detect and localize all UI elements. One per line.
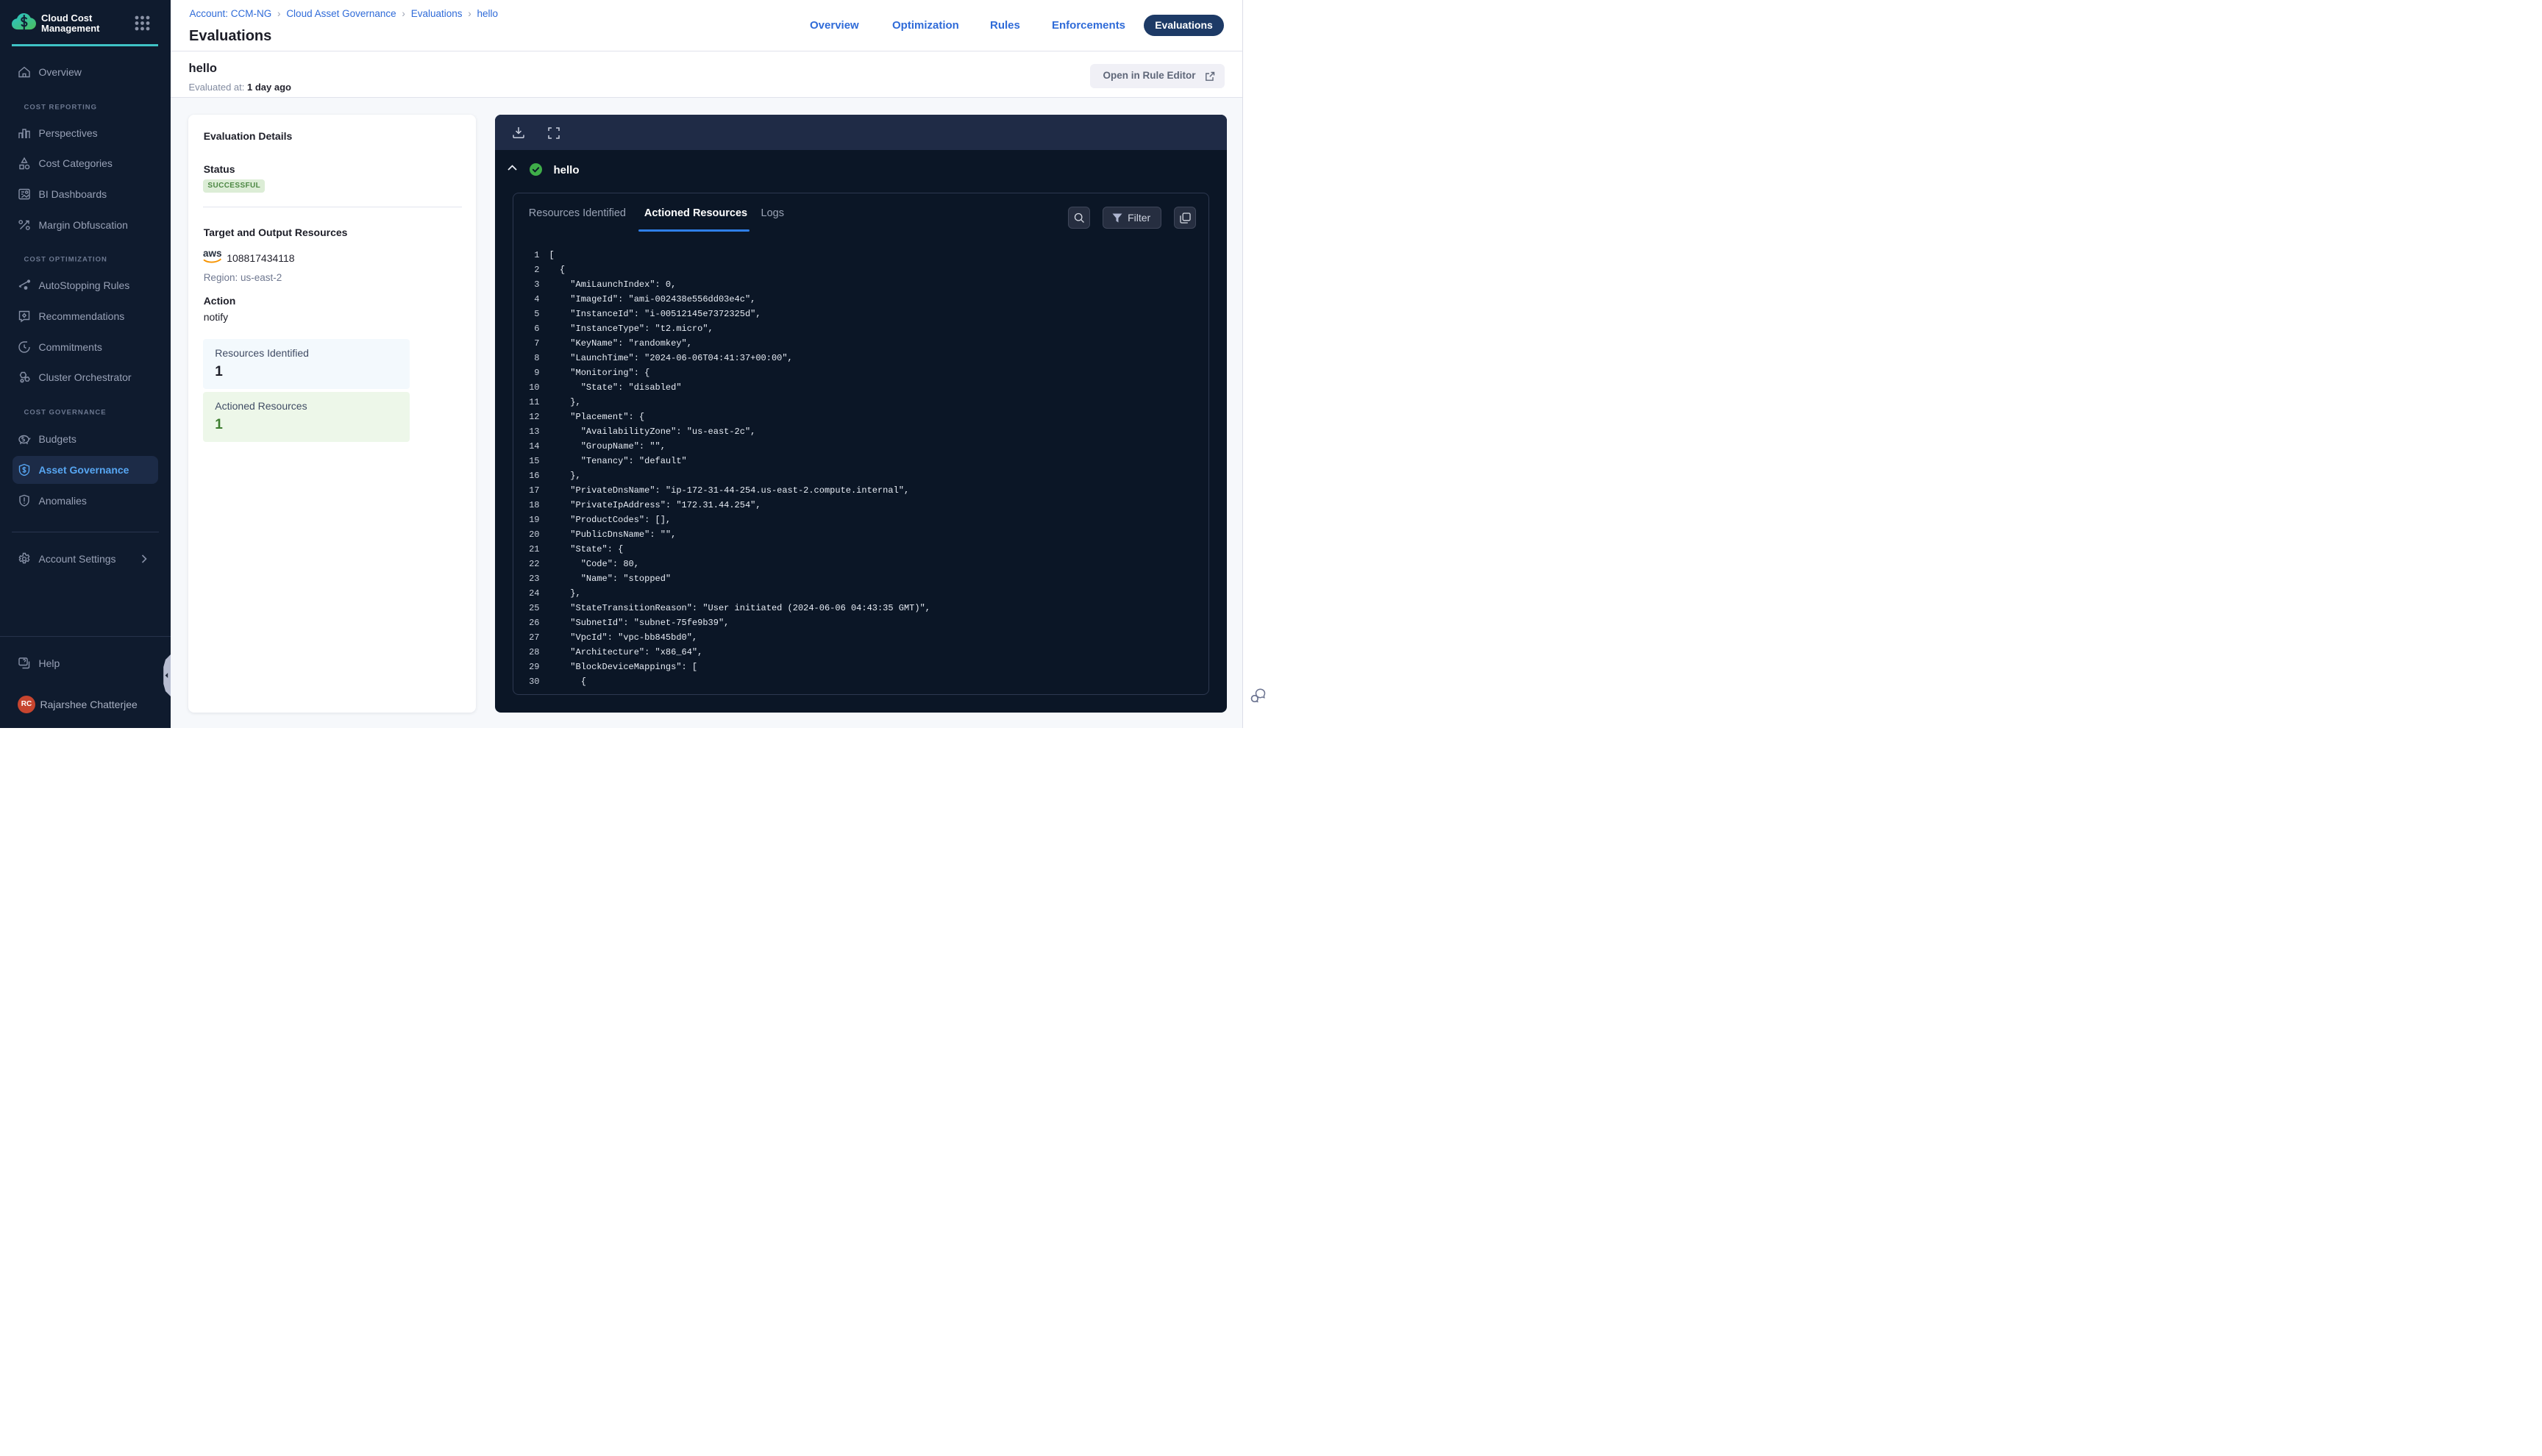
- svg-text:aws: aws: [203, 248, 222, 259]
